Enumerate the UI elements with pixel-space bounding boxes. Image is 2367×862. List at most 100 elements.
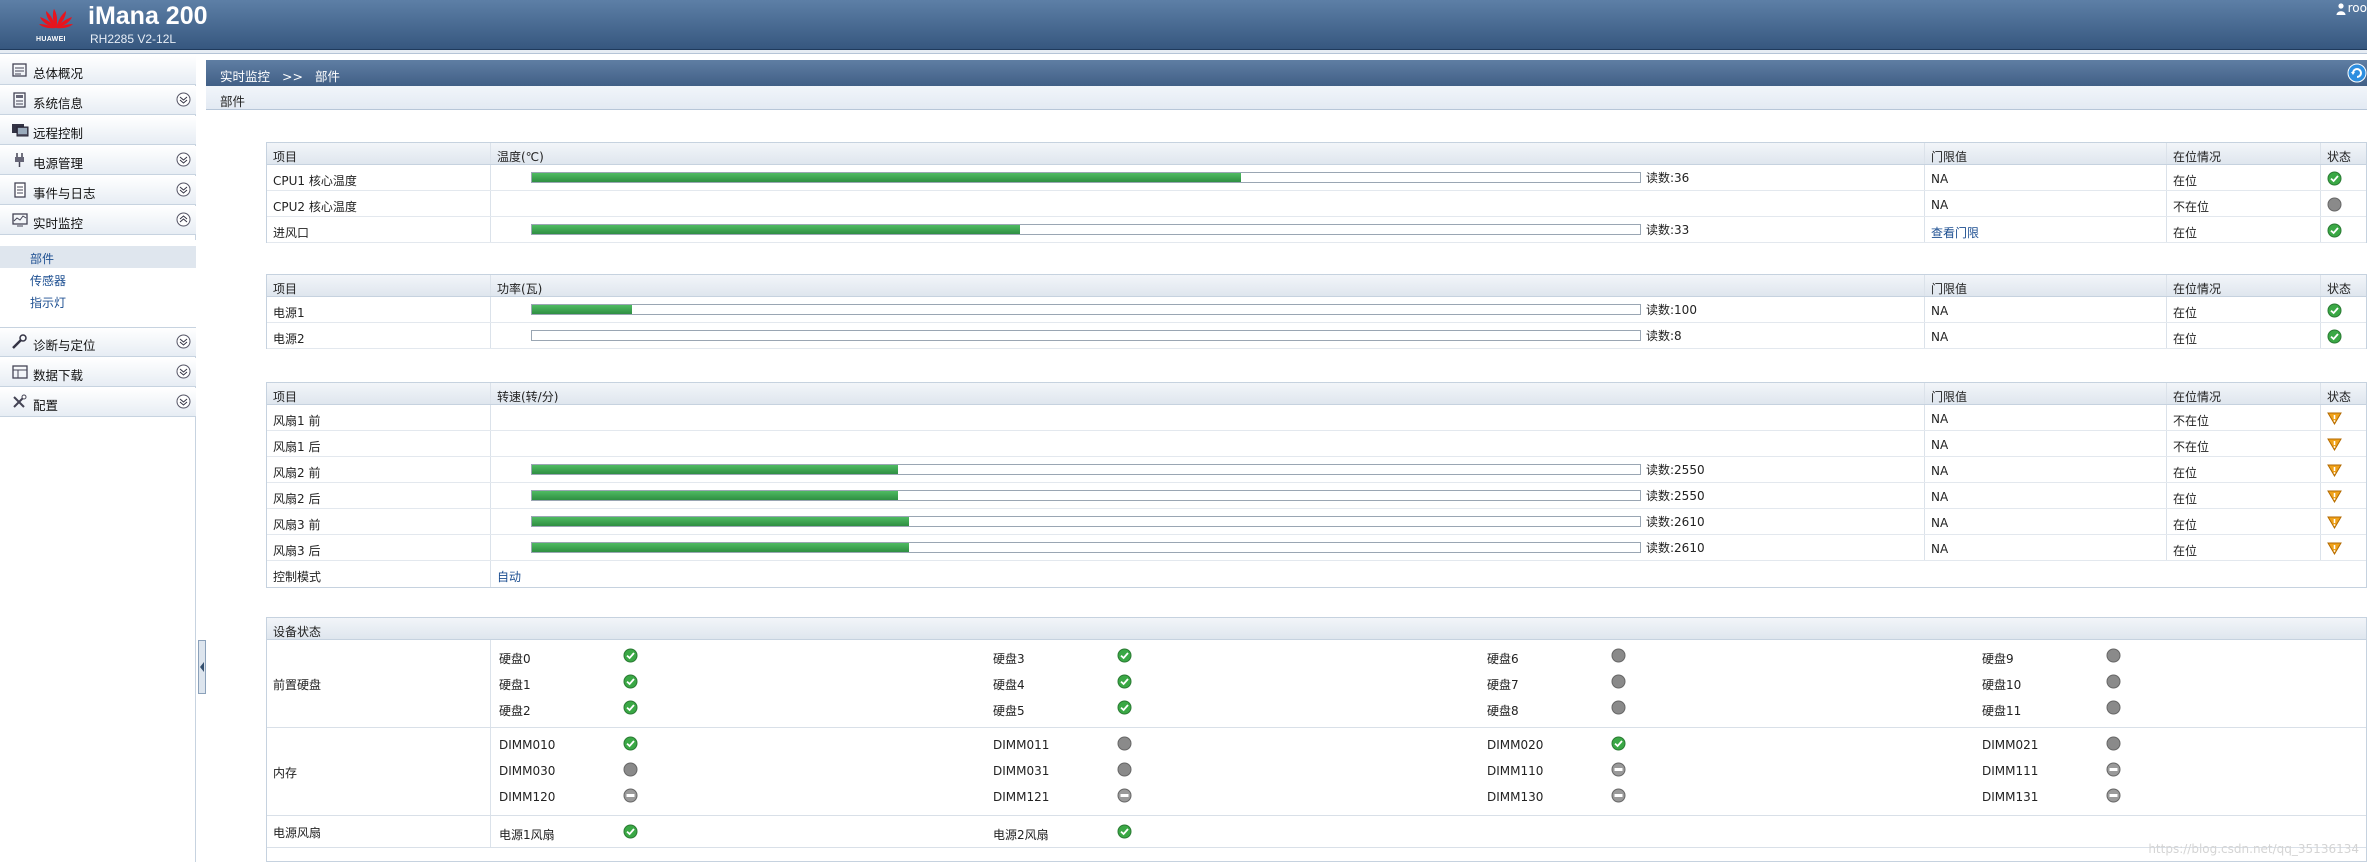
row-value-cell — [491, 431, 1925, 456]
sidebar-item-config[interactable]: 配置 — [0, 388, 196, 417]
header-threshold: 门限值 — [1925, 143, 2167, 164]
presence-value: 在位 — [2167, 535, 2321, 560]
status-ok-icon — [623, 824, 638, 839]
row-name: 风扇3 前 — [267, 509, 491, 534]
sidebar-item-realtime-monitor[interactable]: 实时监控 — [0, 206, 196, 235]
row-value-cell — [491, 405, 1925, 430]
config-icon — [13, 394, 27, 408]
status-ok-icon — [623, 736, 638, 751]
refresh-icon[interactable] — [2347, 63, 2367, 83]
presence-value: 不在位 — [2167, 405, 2321, 430]
status-ok-icon — [1117, 648, 1132, 663]
sidebar-item-remote-control[interactable]: 远程控制 — [0, 116, 196, 145]
device-group-name: 前置硬盘 — [273, 678, 322, 692]
sidebar-item-system-info[interactable]: 系统信息 — [0, 86, 196, 115]
sidebar-collapse-handle[interactable] — [198, 640, 206, 694]
threshold-value: NA — [1925, 323, 2167, 348]
row-name: 电源1 — [267, 297, 491, 322]
sidebar-item-diagnosis[interactable]: 诊断与定位 — [0, 328, 196, 357]
status-warning-icon — [2327, 542, 2342, 555]
header-item: 项目 — [267, 383, 491, 404]
status-cell — [2321, 431, 2367, 456]
table-header: 项目 功率(瓦) 门限值 在位情况 状态 — [267, 275, 2366, 297]
device-item: 硬盘9 — [1982, 647, 2182, 669]
device-name: DIMM020 — [1487, 738, 1544, 752]
header-divider — [0, 50, 2367, 54]
subnav-item-sensors[interactable]: 传感器 — [0, 268, 196, 290]
progress-bar — [531, 172, 1641, 183]
subnav-item-indicators[interactable]: 指示灯 — [0, 290, 196, 312]
presence-value: 在位 — [2167, 323, 2321, 348]
header-status: 状态 — [2327, 282, 2352, 296]
progress-bar-fill — [532, 543, 909, 552]
status-ok-icon — [1117, 700, 1132, 715]
diagnosis-icon — [12, 334, 27, 349]
status-cell — [2321, 509, 2367, 534]
progress-bar — [531, 490, 1641, 501]
control-mode-label: 控制模式 — [267, 561, 491, 587]
device-item: 硬盘3 — [993, 647, 1193, 669]
device-name: DIMM120 — [499, 790, 556, 804]
progress-bar-fill — [532, 305, 632, 314]
status-warning-icon — [2327, 516, 2342, 529]
status-absent-icon — [2106, 700, 2121, 715]
device-item: DIMM111 — [1982, 761, 2182, 783]
row-value-cell: 读数:8 — [491, 323, 1925, 348]
section-title: 部件 — [220, 94, 246, 109]
device-status-title: 设备状态 — [273, 625, 322, 639]
row-value-cell — [491, 191, 1925, 216]
device-item: 硬盘1 — [499, 673, 699, 695]
device-name: 硬盘9 — [1982, 652, 2014, 666]
device-status-table: 设备状态 前置硬盘 硬盘0 硬盘3 硬盘6 硬盘9 硬盘1 硬盘4 硬盘7 硬盘10 硬盘2 硬盘5… — [266, 617, 2367, 862]
sidebar-item-label: 诊断与定位 — [33, 338, 96, 353]
device-item: 硬盘5 — [993, 699, 1193, 721]
control-mode-value[interactable]: 自动 — [491, 561, 1925, 587]
progress-bar — [531, 330, 1641, 341]
device-item: 电源1风扇 — [499, 823, 699, 845]
device-item: 硬盘10 — [1982, 673, 2182, 695]
device-status-header: 设备状态 — [267, 618, 2366, 640]
table-row: 风扇2 前 读数:2550 NA 在位 — [267, 457, 2366, 483]
sidebar-item-data-download[interactable]: 数据下载 — [0, 358, 196, 387]
header-threshold: 门限值 — [1925, 275, 2167, 296]
status-cell — [2321, 297, 2367, 322]
user-menu[interactable]: roo — [2336, 1, 2367, 15]
device-item: DIMM121 — [993, 787, 1193, 809]
temperature-table: 项目 温度(℃) 门限值 在位情况 状态 CPU1 核心温度 读数:36 NA 在位 CPU2 核… — [266, 142, 2367, 243]
sidebar-item-event-log[interactable]: 事件与日志 — [0, 176, 196, 205]
status-ok-icon — [1117, 674, 1132, 689]
progress-bar — [531, 516, 1641, 527]
product-name: iMana 200 — [88, 2, 208, 30]
app-header: HUAWEI iMana 200 RH2285 V2-12L roo — [0, 0, 2367, 50]
device-name: 硬盘6 — [1487, 652, 1519, 666]
status-cell — [2321, 483, 2367, 508]
device-group: 内存 DIMM010 DIMM011 DIMM020 DIMM021 DIMM030 DIM… — [267, 728, 2366, 816]
subnav-item-components[interactable]: 部件 — [0, 246, 196, 268]
section-title-bar: 部件 — [206, 86, 2367, 110]
threshold-value: NA — [1925, 431, 2167, 456]
device-item: DIMM021 — [1982, 735, 2182, 757]
status-ok-icon — [1611, 736, 1626, 751]
threshold-value: NA — [1925, 457, 2167, 482]
threshold-value: NA — [1925, 191, 2167, 216]
status-absent-icon — [2327, 197, 2342, 212]
device-group: 电源风扇 电源1风扇 电源2风扇 — [267, 816, 2366, 848]
reading-value: 读数:2550 — [1646, 489, 1705, 503]
device-name: 硬盘5 — [993, 704, 1025, 718]
sidebar: 总体概况 系统信息 远程控制 电源管理 事件与日志 实时监控 部件 传感器 指示… — [0, 56, 196, 862]
status-disabled-icon — [623, 788, 638, 803]
reading-value: 读数:2610 — [1646, 541, 1705, 555]
status-cell — [2321, 191, 2367, 216]
status-ok-icon — [623, 648, 638, 663]
presence-value: 在位 — [2167, 457, 2321, 482]
power-management-icon — [15, 153, 24, 167]
table-row: CPU2 核心温度 NA 不在位 — [267, 191, 2366, 217]
sidebar-item-power-management[interactable]: 电源管理 — [0, 146, 196, 175]
status-cell — [2321, 457, 2367, 482]
view-threshold-link[interactable]: 查看门限 — [1925, 217, 2167, 242]
threshold-value: NA — [1925, 509, 2167, 534]
breadcrumb-parent[interactable]: 实时监控 — [220, 69, 270, 84]
sidebar-item-overview[interactable]: 总体概况 — [0, 56, 196, 85]
status-cell — [2321, 323, 2367, 348]
status-disabled-icon — [2106, 788, 2121, 803]
